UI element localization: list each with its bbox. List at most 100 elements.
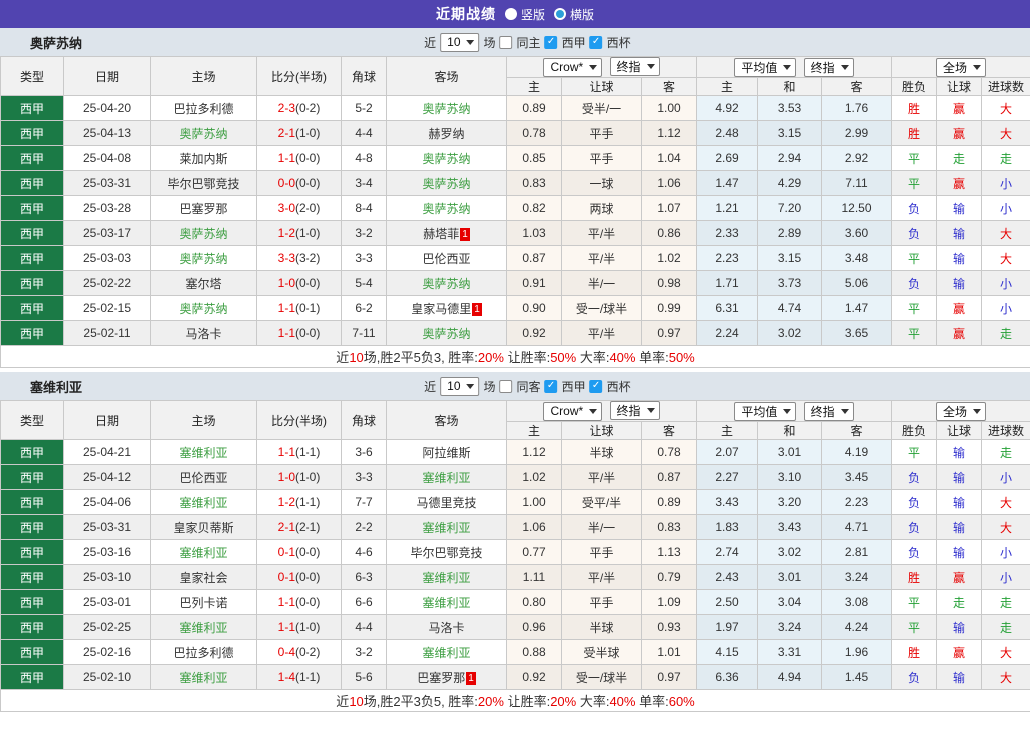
away-team-link[interactable]: 马洛卡 xyxy=(387,615,507,640)
handicap-line: 半/一 xyxy=(562,271,642,296)
fullmatch-select[interactable]: 全场 xyxy=(936,402,986,421)
crow-final-select[interactable]: 终指 xyxy=(610,401,660,420)
score-cell: 0-0(0-0) xyxy=(257,171,342,196)
col-score: 比分(半场) xyxy=(257,57,342,96)
home-team-link[interactable]: 皇家贝蒂斯 xyxy=(151,515,257,540)
away-team-link[interactable]: 奥萨苏纳 xyxy=(387,171,507,196)
home-team-link[interactable]: 巴列卡诺 xyxy=(151,590,257,615)
laliga-label: 西甲 xyxy=(562,34,586,51)
avg-draw-odds: 3.02 xyxy=(758,540,822,565)
handicap-line: 两球 xyxy=(562,196,642,221)
col-home: 主场 xyxy=(151,401,257,440)
away-team-link[interactable]: 塞维利亚 xyxy=(387,515,507,540)
home-team-link[interactable]: 奥萨苏纳 xyxy=(151,121,257,146)
home-team-link[interactable]: 皇家社会 xyxy=(151,565,257,590)
avg-odds-select[interactable]: 平均值 xyxy=(734,402,796,421)
handicap-home-odds: 1.06 xyxy=(507,515,562,540)
radio-horizontal-layout[interactable]: 横版 xyxy=(554,6,594,23)
home-team-link[interactable]: 巴塞罗那 xyxy=(151,196,257,221)
crow-odds-select[interactable]: Crow* xyxy=(543,58,602,77)
score-cell: 1-1(0-0) xyxy=(257,590,342,615)
corner-cell: 7-7 xyxy=(342,490,387,515)
home-team-link[interactable]: 毕尔巴鄂竞技 xyxy=(151,171,257,196)
avg-draw-odds: 3.20 xyxy=(758,490,822,515)
home-team-link[interactable]: 塞尔塔 xyxy=(151,271,257,296)
avg-away-odds: 1.47 xyxy=(822,296,892,321)
home-team-link[interactable]: 塞维利亚 xyxy=(151,490,257,515)
away-team-link[interactable]: 塞维利亚 xyxy=(387,465,507,490)
goals-result: 走 xyxy=(982,590,1030,615)
page-title: 近期战绩 xyxy=(436,4,496,24)
date-cell: 25-03-10 xyxy=(64,565,151,590)
avg-draw-odds: 4.74 xyxy=(758,296,822,321)
crow-odds-select[interactable]: Crow* xyxy=(543,402,602,421)
home-team-link[interactable]: 塞维利亚 xyxy=(151,615,257,640)
summary-segment: 50% xyxy=(669,350,695,365)
home-team-link[interactable]: 塞维利亚 xyxy=(151,540,257,565)
handicap-away-odds: 0.83 xyxy=(642,515,697,540)
avg-home-odds: 2.23 xyxy=(697,246,758,271)
avg-final-select[interactable]: 终指 xyxy=(804,402,854,421)
score-cell: 2-1(2-1) xyxy=(257,515,342,540)
radio-horizontal-icon[interactable] xyxy=(554,8,566,20)
home-team-link[interactable]: 巴拉多利德 xyxy=(151,640,257,665)
away-team-link[interactable]: 奥萨苏纳 xyxy=(387,196,507,221)
home-team-link[interactable]: 奥萨苏纳 xyxy=(151,221,257,246)
home-team-link[interactable]: 马洛卡 xyxy=(151,321,257,346)
corner-cell: 5-4 xyxy=(342,271,387,296)
away-team-link[interactable]: 马德里竞技 xyxy=(387,490,507,515)
score-cell: 3-0(2-0) xyxy=(257,196,342,221)
match-row: 西甲25-02-22塞尔塔1-0(0-0)5-4奥萨苏纳0.91半/一0.981… xyxy=(1,271,1030,296)
away-team-link[interactable]: 赫罗纳 xyxy=(387,121,507,146)
wdl-result: 平 xyxy=(892,146,937,171)
away-team-link[interactable]: 奥萨苏纳 xyxy=(387,271,507,296)
handicap-away-odds: 0.93 xyxy=(642,615,697,640)
avg-draw-odds: 3.10 xyxy=(758,465,822,490)
radio-vertical-layout[interactable]: 竖版 xyxy=(505,6,545,23)
games-count-select[interactable]: 10 xyxy=(440,33,479,52)
handicap-home-odds: 1.12 xyxy=(507,440,562,465)
away-team-link[interactable]: 塞维利亚 xyxy=(387,640,507,665)
same-venue-checkbox[interactable] xyxy=(500,380,513,393)
away-team-link[interactable]: 塞维利亚 xyxy=(387,590,507,615)
avg-odds-select[interactable]: 平均值 xyxy=(734,58,796,77)
home-team-link[interactable]: 塞维利亚 xyxy=(151,665,257,690)
home-team-link[interactable]: 莱加内斯 xyxy=(151,146,257,171)
laliga-checkbox[interactable]: ✓ xyxy=(545,36,558,49)
fullmatch-select[interactable]: 全场 xyxy=(936,58,986,77)
goals-result: 小 xyxy=(982,565,1030,590)
home-team-link[interactable]: 奥萨苏纳 xyxy=(151,296,257,321)
away-team-link[interactable]: 奥萨苏纳 xyxy=(387,96,507,121)
away-team-link[interactable]: 巴塞罗那1 xyxy=(387,665,507,690)
avg-away-odds: 5.06 xyxy=(822,271,892,296)
copa-checkbox[interactable]: ✓ xyxy=(590,36,603,49)
away-team-link[interactable]: 巴伦西亚 xyxy=(387,246,507,271)
away-team-link[interactable]: 毕尔巴鄂竞技 xyxy=(387,540,507,565)
home-team-link[interactable]: 塞维利亚 xyxy=(151,440,257,465)
corner-cell: 4-8 xyxy=(342,146,387,171)
same-venue-checkbox[interactable] xyxy=(500,36,513,49)
radio-vertical-icon[interactable] xyxy=(505,8,517,20)
away-team-link[interactable]: 奥萨苏纳 xyxy=(387,146,507,171)
avg-home-odds: 6.36 xyxy=(697,665,758,690)
corner-cell: 3-2 xyxy=(342,640,387,665)
laliga-checkbox[interactable]: ✓ xyxy=(545,380,558,393)
score-cell: 1-1(0-1) xyxy=(257,296,342,321)
games-count-select[interactable]: 10 xyxy=(440,377,479,396)
summary-segment: 单率: xyxy=(635,694,668,709)
home-team-link[interactable]: 奥萨苏纳 xyxy=(151,246,257,271)
chevron-down-icon xyxy=(783,65,791,70)
home-team-link[interactable]: 巴拉多利德 xyxy=(151,96,257,121)
copa-checkbox[interactable]: ✓ xyxy=(590,380,603,393)
away-team-link[interactable]: 奥萨苏纳 xyxy=(387,321,507,346)
crow-final-select[interactable]: 终指 xyxy=(610,57,660,76)
avg-final-select[interactable]: 终指 xyxy=(804,58,854,77)
handicap-result: 赢 xyxy=(937,640,982,665)
avg-away-odds: 2.92 xyxy=(822,146,892,171)
handicap-away-odds: 0.97 xyxy=(642,321,697,346)
away-team-link[interactable]: 阿拉维斯 xyxy=(387,440,507,465)
away-team-link[interactable]: 塞维利亚 xyxy=(387,565,507,590)
away-team-link[interactable]: 皇家马德里1 xyxy=(387,296,507,321)
away-team-link[interactable]: 赫塔菲1 xyxy=(387,221,507,246)
home-team-link[interactable]: 巴伦西亚 xyxy=(151,465,257,490)
